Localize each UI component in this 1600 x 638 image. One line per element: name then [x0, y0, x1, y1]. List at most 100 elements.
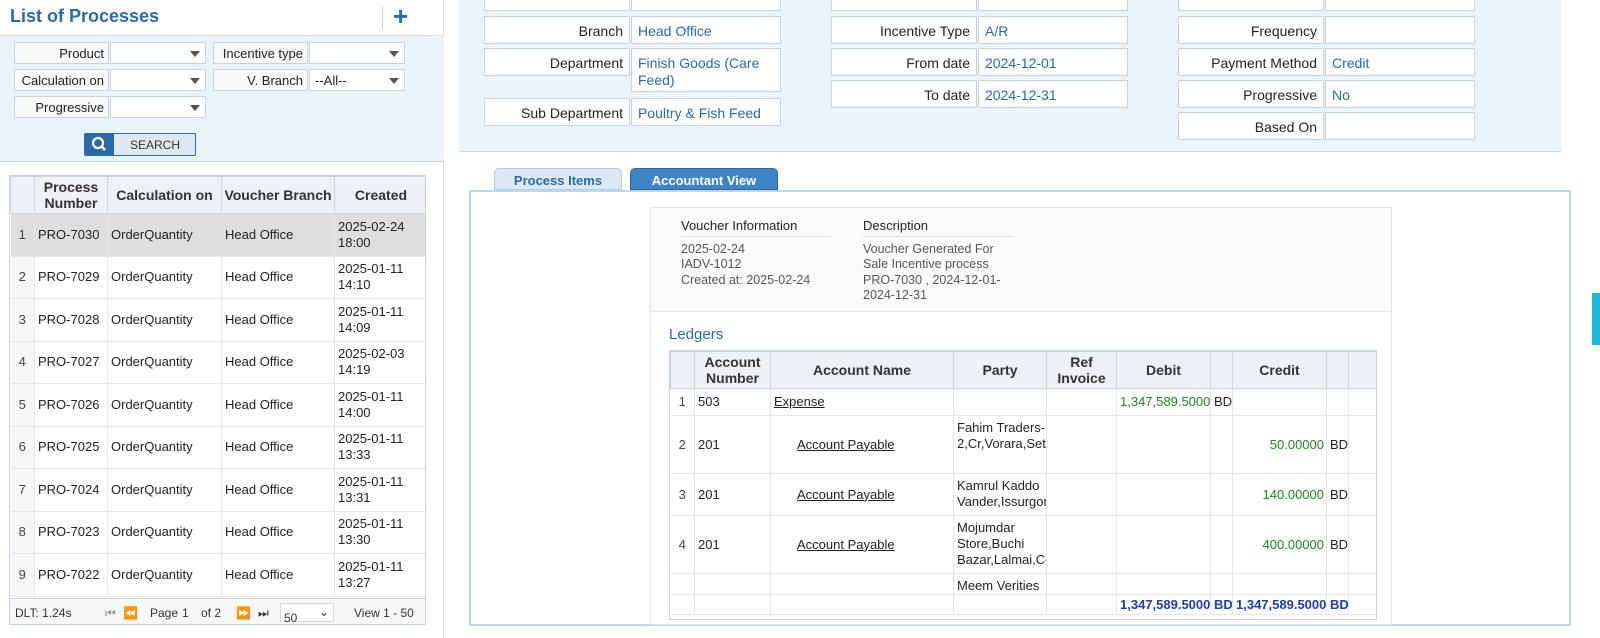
table-row[interactable]: 2 PRO-7029 OrderQuantity Head Office 2025-01…	[10, 256, 425, 299]
party-cell: Kamrul Kaddo Vander,Issurgonj	[953, 473, 1047, 516]
ref-invoice-cell	[1046, 573, 1117, 595]
column-header-party[interactable]: Party	[953, 351, 1047, 389]
department-label: Department	[484, 48, 630, 76]
branch-label: Branch	[484, 16, 630, 44]
process-list-header: List of Processes +	[0, 0, 443, 36]
ledger-row[interactable]: 3 201 Account Payable Kamrul Kaddo Vander,I…	[670, 473, 1376, 516]
chevron-down-icon: ⌄	[318, 605, 329, 619]
credit-currency-cell: BDT	[1326, 515, 1349, 574]
branch-value: Head Office	[631, 16, 781, 44]
column-header-debit-currency	[1210, 351, 1233, 389]
right-splitter-handle[interactable]	[1592, 293, 1600, 345]
table-row[interactable]: 4 PRO-7027 OrderQuantity Head Office 2025-02…	[10, 341, 425, 384]
voucher-header: Voucher Information 2025-02-24 IADV-1012…	[651, 208, 1391, 312]
ledger-row-number: 3	[670, 473, 695, 516]
spacer-cell	[1348, 473, 1376, 516]
created-cell: 2025-01-11 14:09	[334, 298, 425, 342]
created-cell: 2025-01-11 13:33	[334, 426, 425, 469]
account-name-cell[interactable]: Account Payable	[770, 515, 954, 574]
ledger-row[interactable]: 2 201 Account Payable Fahim Traders-2,Cr,Vo…	[670, 415, 1376, 474]
tab-accountant-view[interactable]: Accountant View	[630, 168, 778, 190]
account-name-cell[interactable]: Account Payable	[770, 415, 954, 474]
total-debit-currency-cell: BDT	[1210, 594, 1233, 615]
tab-process-items[interactable]: Process Items	[494, 168, 622, 190]
based-on-label: Based On	[1178, 112, 1324, 140]
table-row[interactable]: 1 PRO-7030 OrderQuantity Head Office 2025-02…	[10, 213, 425, 257]
filter-panel: Product Incentive type Calculation on V.…	[0, 36, 444, 162]
process-number-cell: PRO-7023	[34, 511, 108, 554]
ledger-row-number	[670, 573, 695, 595]
column-header-process-number[interactable]: Process Number	[34, 176, 108, 214]
spacer-cell	[1348, 388, 1376, 416]
table-row[interactable]: 8 PRO-7023 OrderQuantity Head Office 2025-01…	[10, 511, 425, 554]
credit-currency-cell: BDT	[1326, 415, 1349, 474]
from-date-value: 2024-12-01	[978, 48, 1128, 76]
v-branch-label: V. Branch	[213, 69, 308, 91]
column-header-account-number[interactable]: Account Number	[694, 351, 771, 389]
total-credit-currency-cell: BDT	[1326, 594, 1349, 615]
column-header-debit[interactable]: Debit	[1116, 351, 1211, 389]
product-select[interactable]	[110, 42, 206, 64]
debit-currency-cell	[1210, 573, 1233, 595]
ledger-row[interactable]: 1503Expense 1,347,589.5000BDT	[670, 388, 1376, 416]
account-name-cell[interactable]	[770, 573, 954, 595]
view-range: View 1 - 50	[354, 606, 414, 620]
search-button[interactable]: SEARCH	[84, 133, 196, 156]
progressive-select[interactable]	[110, 96, 206, 118]
row-number: 4	[10, 341, 35, 384]
column-header-credit[interactable]: Credit	[1232, 351, 1327, 389]
row-number-header	[10, 176, 35, 214]
debit-cell	[1116, 573, 1211, 595]
voucher-branch-cell: Head Office	[221, 383, 335, 427]
description-text: Voucher Generated For Sale Incentive pro…	[863, 241, 1001, 303]
last-page-icon[interactable]: ⏭	[258, 606, 269, 621]
field-label-top-3	[1178, 0, 1324, 11]
table-row[interactable]: 7 PRO-7024 OrderQuantity Head Office 2025-01…	[10, 468, 425, 512]
field-value-top	[631, 0, 781, 11]
voucher-date: 2025-02-24	[681, 241, 745, 256]
ledger-row-number: 2	[670, 415, 695, 474]
incentive-type-select[interactable]	[309, 42, 405, 64]
from-date-label: From date	[831, 48, 977, 76]
table-row[interactable]: 6 PRO-7025 OrderQuantity Head Office 2025-01…	[10, 426, 425, 469]
payment-method-label: Payment Method	[1178, 48, 1324, 76]
created-cell: 2025-02-03 14:19	[334, 341, 425, 384]
table-row[interactable]: 5 PRO-7026 OrderQuantity Head Office 2025-01…	[10, 383, 425, 427]
header-divider	[382, 6, 383, 30]
v-branch-value: --All--	[315, 73, 347, 88]
account-name-cell[interactable]: Account Payable	[770, 473, 954, 516]
calculation-on-label: Calculation on	[14, 69, 109, 91]
voucher-branch-cell: Head Office	[221, 341, 335, 384]
incentive-type-label: Incentive type	[213, 42, 308, 64]
table-row[interactable]: 9 PRO-7022 OrderQuantity Head Office 2025-01…	[10, 553, 425, 597]
column-header-account-name[interactable]: Account Name	[770, 351, 954, 389]
ledger-header-row: Account Number Account Name Party Ref In…	[670, 351, 1376, 389]
add-process-icon[interactable]: +	[393, 3, 408, 29]
next-page-icon[interactable]: ⏩	[236, 606, 251, 620]
chevron-down-icon	[389, 51, 399, 57]
chevron-down-icon	[190, 51, 200, 57]
ref-invoice-cell	[1046, 515, 1117, 574]
prev-page-icon[interactable]: ⏪	[123, 606, 138, 620]
to-date-value: 2024-12-31	[978, 80, 1128, 108]
ledger-row[interactable]: 4 201 Account Payable Mojumdar Store,Buchi …	[670, 515, 1376, 574]
column-header-ref-invoice[interactable]: Ref Invoice	[1046, 351, 1117, 389]
field-label-top	[484, 0, 630, 11]
row-number: 7	[10, 468, 35, 512]
column-header-calculation-on[interactable]: Calculation on	[107, 176, 222, 214]
department-value: Finish Goods (Care Feed)	[631, 48, 781, 92]
account-name-cell[interactable]: Expense	[770, 388, 954, 416]
column-header-created[interactable]: Created	[334, 176, 425, 214]
first-page-icon[interactable]: ⏮	[105, 606, 116, 621]
ledger-row[interactable]: Meem Verities	[670, 573, 1376, 595]
process-number-cell: PRO-7022	[34, 553, 108, 597]
calculation-on-select[interactable]	[110, 69, 206, 91]
voucher-info-block: Voucher Information 2025-02-24 IADV-1012…	[681, 218, 831, 288]
process-number-cell: PRO-7025	[34, 426, 108, 469]
ledger-row-number: 1	[670, 388, 695, 416]
page-input[interactable]: 1	[182, 606, 189, 620]
page-size-select[interactable]: 50 ⌄	[280, 603, 334, 625]
v-branch-select[interactable]: --All--	[309, 69, 405, 91]
column-header-voucher-branch[interactable]: Voucher Branch	[221, 176, 335, 214]
table-row[interactable]: 3 PRO-7028 OrderQuantity Head Office 2025-01…	[10, 298, 425, 342]
